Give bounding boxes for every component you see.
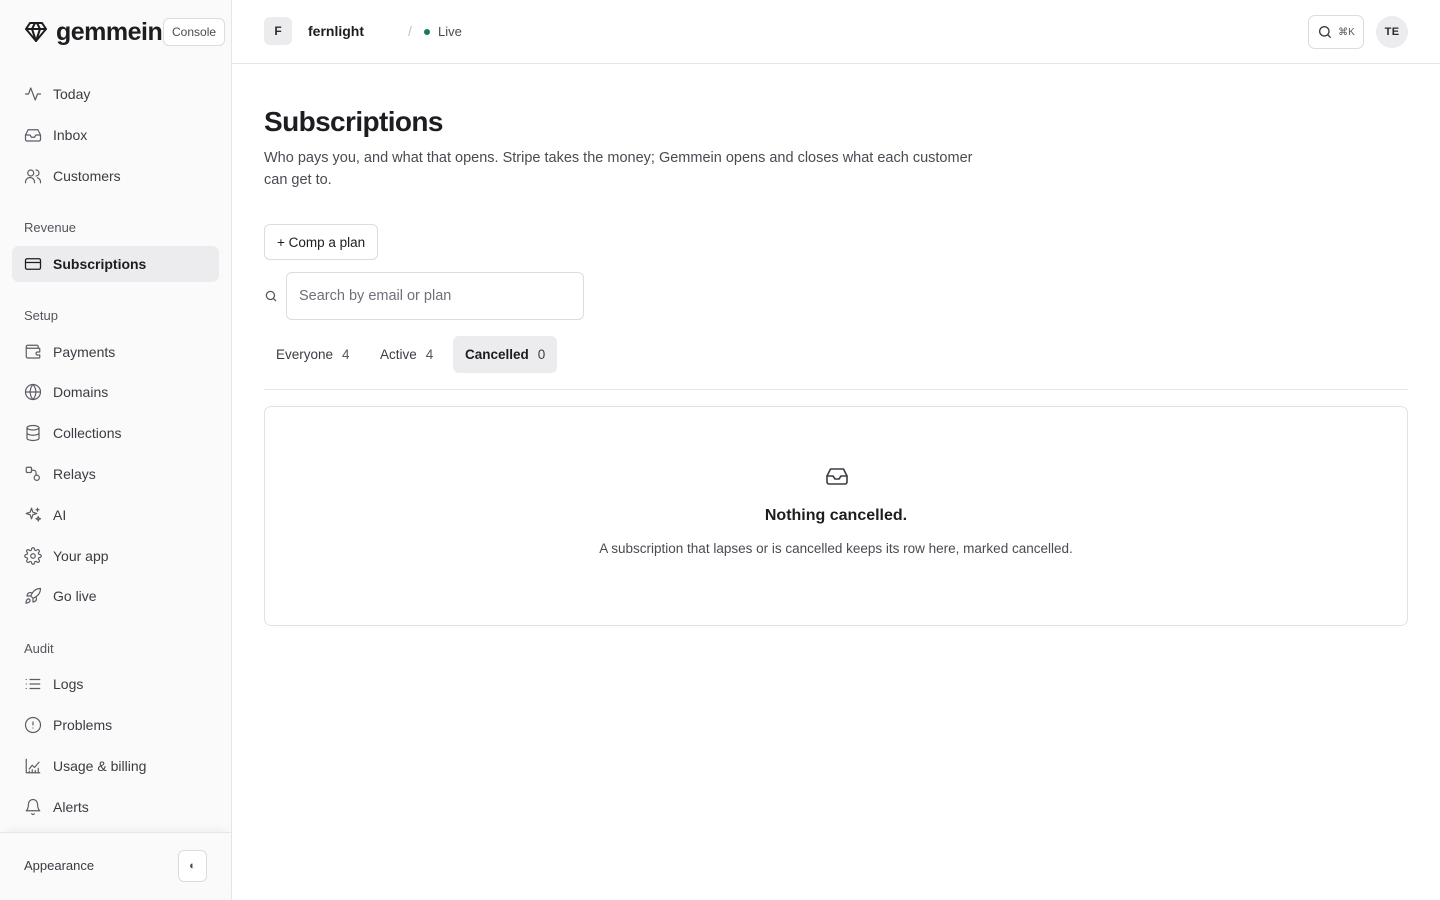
project-switcher[interactable]: fernlight [308,23,364,39]
topbar: F fernlight / Live ⌘K TE [232,0,1440,64]
tab-everyone[interactable]: Everyone 4 [264,336,362,373]
list-icon [24,675,42,693]
command-search-button[interactable]: ⌘K [1308,15,1364,49]
comp-a-plan-button[interactable]: + Comp a plan [264,224,379,260]
tab-active[interactable]: Active 4 [368,336,445,373]
empty-state-description: A subscription that lapses or is cancell… [599,541,1073,556]
breadcrumb-separator: / [408,23,412,39]
search-icon [265,290,277,302]
sidebar-item-label: Payments [53,344,116,360]
sidebar-item-today[interactable]: Today [12,76,219,112]
tab-label: Active [380,347,417,362]
tab-count: 0 [537,347,546,362]
sidebar-item-subscriptions[interactable]: Subscriptions [12,246,219,282]
users-icon [24,167,42,185]
sidebar-item-label: Logs [53,676,84,692]
appearance-label: Appearance [24,858,95,873]
user-avatar[interactable]: TE [1376,16,1408,48]
wallet-icon [24,343,42,361]
search-icon [1319,26,1332,38]
sparkles-icon [24,506,42,524]
bell-icon [24,798,42,816]
sidebar-item-your-app[interactable]: Your app [12,538,219,574]
gem-logo-icon [25,22,47,42]
database-icon [24,424,42,442]
brand-name: gemmein [56,17,163,46]
sidebar-item-label: Subscriptions [53,256,147,272]
sidebar-item-logs[interactable]: Logs [12,666,219,702]
console-badge[interactable]: Console [163,18,226,46]
sidebar-item-label: Today [53,86,91,102]
sidebar-item-label: Alerts [53,799,89,815]
tab-label: Everyone [276,347,334,362]
section-label-revenue: Revenue [24,220,77,235]
sidebar-item-label: Collections [53,425,122,441]
tab-cancelled[interactable]: Cancelled 0 [453,336,558,373]
tab-count: 4 [342,347,350,362]
sidebar: gemmein Console Today Inbox Customers Re… [0,0,232,900]
search-input[interactable] [286,272,584,320]
gear-icon [24,547,42,565]
sidebar-item-domains[interactable]: Domains [12,374,219,410]
sidebar-item-label: Customers [53,168,121,184]
sidebar-item-label: AI [53,507,67,523]
sidebar-item-inbox[interactable]: Inbox [12,117,219,153]
sidebar-item-problems[interactable]: Problems [12,707,219,743]
sidebar-item-label: Your app [53,548,109,564]
empty-state: Nothing cancelled. A subscription that l… [264,406,1408,626]
sidebar-item-ai[interactable]: AI [12,497,219,533]
sidebar-item-collections[interactable]: Collections [12,415,219,451]
inbox-icon [826,468,848,485]
rocket-icon [24,587,42,605]
empty-state-title: Nothing cancelled. [764,507,908,524]
contrast-icon: ◐ [189,860,196,872]
sidebar-item-relays[interactable]: Relays [12,456,219,492]
alert-circle-icon [24,716,42,734]
activity-icon [24,85,42,103]
section-label-audit: Audit [24,641,54,656]
sidebar-footer: Appearance ◐ [0,832,231,900]
tab-label: Cancelled [465,347,529,362]
sidebar-item-label: Relays [53,466,96,482]
page-description: Who pays you, and what that opens. Strip… [264,150,973,188]
sidebar-item-go-live[interactable]: Go live [12,578,219,614]
section-label-setup: Setup [24,308,58,323]
inbox-icon [24,126,42,144]
credit-card-icon [24,255,42,273]
chart-line-icon [24,757,42,775]
tabs-divider [264,389,1408,390]
keyboard-shortcut: ⌘K [1338,26,1355,38]
sidebar-item-usage-billing[interactable]: Usage & billing [12,748,219,784]
project-avatar[interactable]: F [264,17,292,45]
sidebar-item-label: Usage & billing [53,758,147,774]
sidebar-item-payments[interactable]: Payments [12,334,219,370]
environment-label[interactable]: Live [438,24,462,39]
tab-count: 4 [425,347,434,362]
theme-toggle-button[interactable]: ◐ [178,850,207,882]
brand[interactable]: gemmein [24,17,163,46]
sidebar-item-alerts[interactable]: Alerts [12,789,219,825]
sidebar-item-label: Problems [53,717,113,733]
sidebar-item-label: Inbox [53,127,88,143]
globe-icon [24,383,42,401]
sidebar-item-label: Go live [53,588,97,604]
route-icon [24,465,42,483]
environment-status-dot [424,29,430,35]
sidebar-item-label: Domains [53,384,109,400]
sidebar-item-customers[interactable]: Customers [12,158,219,194]
page-title: Subscriptions [264,106,443,137]
